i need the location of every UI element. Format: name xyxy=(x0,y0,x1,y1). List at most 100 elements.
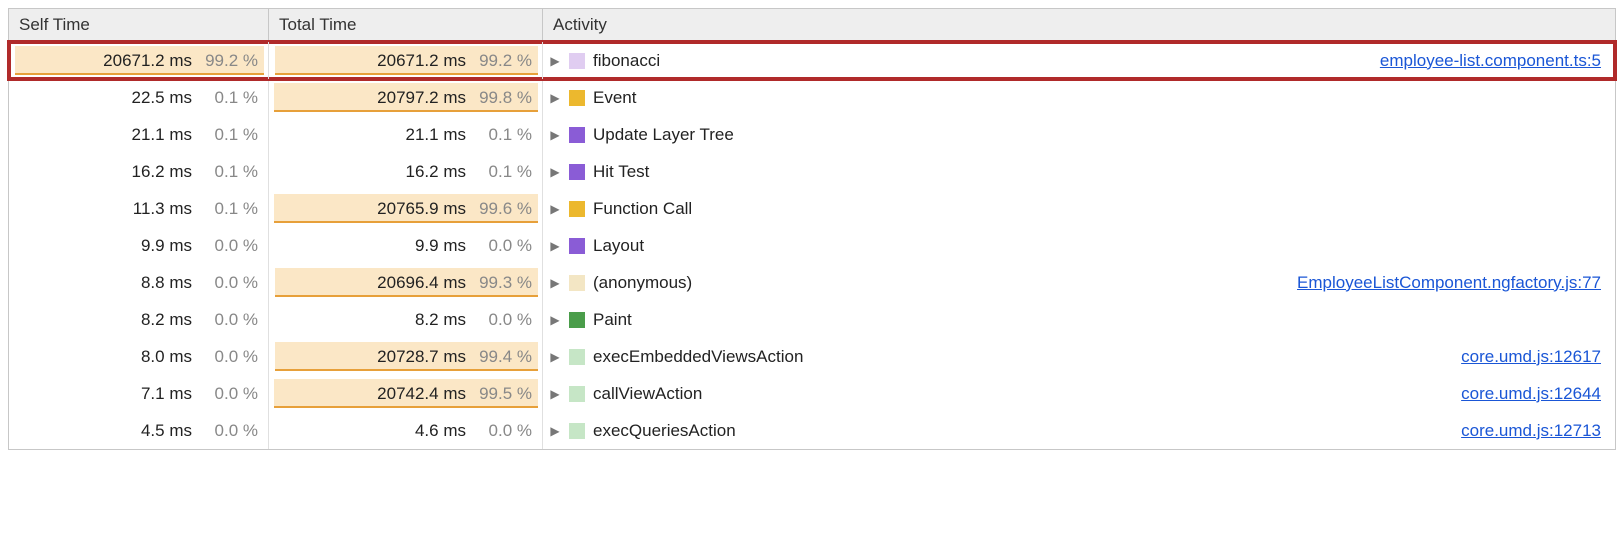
total-time-cell: 20671.2 ms99.2 % xyxy=(269,42,543,79)
total-time-cell: 9.9 ms 0.0 % xyxy=(269,227,543,264)
activity-cell: ▶execEmbeddedViewsActioncore.umd.js:1261… xyxy=(543,338,1615,375)
table-row[interactable]: 22.5 ms 0.1 % 20797.2 ms99.8 % ▶ Event xyxy=(9,79,1615,116)
self-time-cell: 16.2 ms0.1 % xyxy=(9,153,269,190)
disclosure-triangle-icon[interactable]: ▶ xyxy=(549,276,561,290)
disclosure-triangle-icon[interactable]: ▶ xyxy=(549,202,561,216)
self-time-cell: 9.9 ms0.0 % xyxy=(9,227,269,264)
total-time-pct: 99.3 % xyxy=(472,273,532,293)
activity-label: fibonacci xyxy=(593,51,660,71)
self-time-ms: 4.5 ms xyxy=(141,421,192,441)
activity-cell: ▶ (anonymous) EmployeeListComponent.ngfact… xyxy=(543,264,1615,301)
category-swatch-icon xyxy=(569,423,585,439)
profiler-table: Self Time Total Time Activity 20671.2 ms… xyxy=(8,8,1616,450)
table-row[interactable]: 11.3 ms0.1 %20765.9 ms99.6 %▶Function Ca… xyxy=(9,190,1615,227)
total-time-ms: 9.9 ms xyxy=(415,236,466,256)
total-time-pct: 0.0 % xyxy=(472,236,532,256)
self-time-cell: 4.5 ms0.0 % xyxy=(9,412,269,449)
self-time-cell: 8.8 ms 0.0 % xyxy=(9,264,269,301)
self-time-cell: 21.1 ms0.1 % xyxy=(9,116,269,153)
self-time-pct: 0.0 % xyxy=(198,273,258,293)
self-time-cell: 20671.2 ms99.2 % xyxy=(9,42,269,79)
total-time-ms: 20765.9 ms xyxy=(377,199,466,219)
self-time-pct: 0.1 % xyxy=(198,199,258,219)
disclosure-triangle-icon[interactable]: ▶ xyxy=(549,350,561,364)
source-link[interactable]: core.umd.js:12713 xyxy=(1461,421,1601,441)
activity-label: callViewAction xyxy=(593,384,702,404)
total-time-cell: 20742.4 ms99.5 % xyxy=(269,375,543,412)
total-time-ms: 4.6 ms xyxy=(415,421,466,441)
self-time-cell: 22.5 ms 0.1 % xyxy=(9,79,269,116)
category-swatch-icon xyxy=(569,312,585,328)
table-row[interactable]: 8.0 ms0.0 %20728.7 ms99.4 %▶execEmbedded… xyxy=(9,338,1615,375)
total-time-pct: 0.1 % xyxy=(472,125,532,145)
category-swatch-icon xyxy=(569,386,585,402)
category-swatch-icon xyxy=(569,53,585,69)
disclosure-triangle-icon[interactable]: ▶ xyxy=(549,239,561,253)
total-time-cell: 4.6 ms0.0 % xyxy=(269,412,543,449)
total-time-cell: 20765.9 ms99.6 % xyxy=(269,190,543,227)
self-time-cell: 11.3 ms0.1 % xyxy=(9,190,269,227)
self-time-pct: 0.0 % xyxy=(198,347,258,367)
self-time-ms: 8.2 ms xyxy=(141,310,192,330)
activity-cell: ▶Hit Test xyxy=(543,153,1615,190)
table-row[interactable]: 21.1 ms0.1 %21.1 ms0.1 %▶Update Layer Tr… xyxy=(9,116,1615,153)
self-time-pct: 0.1 % xyxy=(198,88,258,108)
total-time-ms: 20696.4 ms xyxy=(377,273,466,293)
header-total-time[interactable]: Total Time xyxy=(269,9,543,41)
total-time-ms: 20671.2 ms xyxy=(377,51,466,71)
activity-label: Event xyxy=(593,88,636,108)
self-time-ms: 16.2 ms xyxy=(132,162,192,182)
self-time-pct: 0.0 % xyxy=(198,310,258,330)
total-time-ms: 20797.2 ms xyxy=(377,88,466,108)
table-row[interactable]: 8.8 ms 0.0 % 20696.4 ms 99.3 % ▶ (anonymous) E… xyxy=(9,264,1615,301)
table-row[interactable]: 4.5 ms0.0 %4.6 ms0.0 % ▶ execQueriesAction… xyxy=(9,412,1615,449)
activity-cell: ▶ Layout xyxy=(543,227,1615,264)
source-link[interactable]: employee-list.component.ts:5 xyxy=(1380,51,1601,71)
source-link[interactable]: core.umd.js:12617 xyxy=(1461,347,1601,367)
activity-cell: ▶ Paint xyxy=(543,301,1615,338)
activity-label: Layout xyxy=(593,236,644,256)
table-row[interactable]: 20671.2 ms99.2 %20671.2 ms99.2 % ▶ fibonac… xyxy=(9,42,1615,79)
disclosure-triangle-icon[interactable]: ▶ xyxy=(549,424,561,438)
header-self-time[interactable]: Self Time xyxy=(9,9,269,41)
self-time-ms: 8.8 ms xyxy=(141,273,192,293)
category-swatch-icon xyxy=(569,127,585,143)
header-activity[interactable]: Activity xyxy=(543,9,1615,41)
category-swatch-icon xyxy=(569,275,585,291)
table-row[interactable]: 9.9 ms0.0 %9.9 ms0.0 %▶Layout xyxy=(9,227,1615,264)
disclosure-triangle-icon[interactable]: ▶ xyxy=(549,91,561,105)
self-time-pct: 0.0 % xyxy=(198,384,258,404)
self-time-ms: 21.1 ms xyxy=(132,125,192,145)
category-swatch-icon xyxy=(569,90,585,106)
category-swatch-icon xyxy=(569,164,585,180)
category-swatch-icon xyxy=(569,238,585,254)
table-row[interactable]: 8.2 ms0.0 %8.2 ms0.0 %▶Paint xyxy=(9,301,1615,338)
table-row[interactable]: 16.2 ms0.1 %16.2 ms0.1 %▶Hit Test xyxy=(9,153,1615,190)
table-row[interactable]: 7.1 ms 0.0 % 20742.4 ms99.5 % ▶ callViewActi… xyxy=(9,375,1615,412)
self-time-cell: 8.0 ms 0.0 % xyxy=(9,338,269,375)
disclosure-triangle-icon[interactable]: ▶ xyxy=(549,313,561,327)
self-time-pct: 0.0 % xyxy=(198,236,258,256)
self-time-ms: 7.1 ms xyxy=(141,384,192,404)
total-time-cell: 16.2 ms0.1 % xyxy=(269,153,543,190)
self-time-ms: 22.5 ms xyxy=(132,88,192,108)
self-time-ms: 8.0 ms xyxy=(141,347,192,367)
activity-label: execQueriesAction xyxy=(593,421,736,441)
table-body: 20671.2 ms99.2 %20671.2 ms99.2 % ▶ fibonac… xyxy=(9,42,1615,449)
activity-cell: ▶ Event xyxy=(543,79,1615,116)
source-link[interactable]: core.umd.js:12644 xyxy=(1461,384,1601,404)
self-time-cell: 7.1 ms 0.0 % xyxy=(9,375,269,412)
activity-label: (anonymous) xyxy=(593,273,692,293)
activity-cell: ▶Update Layer Tree xyxy=(543,116,1615,153)
disclosure-triangle-icon[interactable]: ▶ xyxy=(549,165,561,179)
disclosure-triangle-icon[interactable]: ▶ xyxy=(549,128,561,142)
total-time-pct: 0.1 % xyxy=(472,162,532,182)
activity-label: Paint xyxy=(593,310,632,330)
disclosure-triangle-icon[interactable]: ▶ xyxy=(549,54,561,68)
total-time-cell: 20797.2 ms99.8 % xyxy=(269,79,543,116)
total-time-ms: 20728.7 ms xyxy=(377,347,466,367)
disclosure-triangle-icon[interactable]: ▶ xyxy=(549,387,561,401)
total-time-cell: 8.2 ms0.0 % xyxy=(269,301,543,338)
total-time-ms: 21.1 ms xyxy=(406,125,466,145)
source-link[interactable]: EmployeeListComponent.ngfactory.js:77 xyxy=(1297,273,1601,293)
